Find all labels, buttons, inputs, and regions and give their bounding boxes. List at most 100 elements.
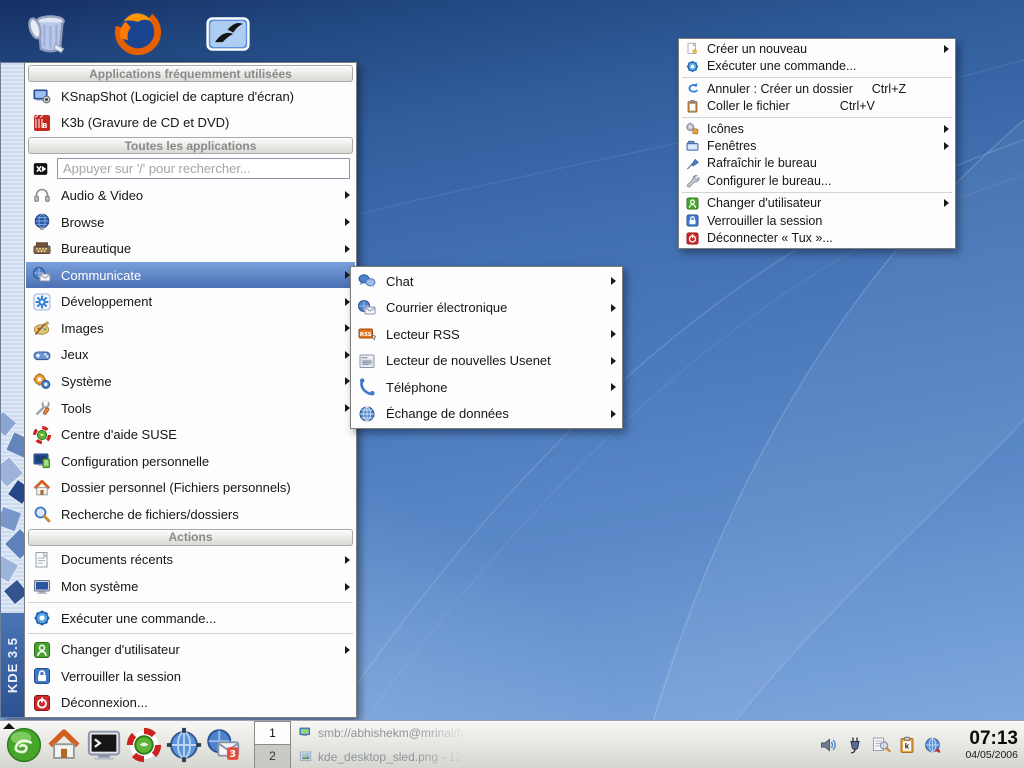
fenetres-icon <box>685 138 700 153</box>
firefox-desktop-icon[interactable] <box>112 6 164 58</box>
kmenu-sidebar-brand: KDE 3.5 <box>1 613 24 717</box>
audio-video-icon <box>32 185 52 205</box>
kmenu-item-recherche[interactable]: Recherche de fichiers/dossiers <box>26 501 355 528</box>
kmenu-item-label: Jeux <box>61 347 89 363</box>
aide-suse-icon <box>125 726 163 764</box>
submenu-item-label: Échange de données <box>386 406 509 422</box>
home-launcher[interactable] <box>44 723 84 767</box>
kmenu-item-tools[interactable]: Tools <box>26 395 355 422</box>
kmenu-item-changer-utilisateur[interactable]: Changer d'utilisateur <box>26 636 355 663</box>
submenu-arrow-icon <box>340 582 350 591</box>
tray-globe-icon <box>923 735 943 755</box>
tray-klipper[interactable]: k <box>896 734 918 756</box>
context-item-rafraichir[interactable]: Rafraîchir le bureau <box>680 155 954 172</box>
panel-hide-arrow[interactable] <box>3 723 15 729</box>
home-icon <box>45 726 83 764</box>
recherche-icon <box>32 504 52 524</box>
openoffice-icon <box>204 10 252 58</box>
pager-desktop-1[interactable]: 1 <box>254 720 291 745</box>
kmenu-launcher[interactable] <box>4 723 44 767</box>
kmenu-item-images[interactable]: Images <box>26 315 355 342</box>
kmenu-item-executer[interactable]: Exécuter une commande... <box>26 605 355 632</box>
kmenu-item-label: Tools <box>61 400 92 416</box>
kmenu-item-communicate[interactable]: Communicate <box>26 261 355 289</box>
konqueror-launcher[interactable] <box>164 723 204 767</box>
kmenu-item-jeux[interactable]: Jeux <box>26 342 355 369</box>
kmenu-search-input[interactable] <box>57 158 350 180</box>
verrouiller-icon <box>32 666 52 686</box>
developpement-icon <box>32 292 52 312</box>
submenu-item-courrier[interactable]: Courrier électronique <box>352 295 621 322</box>
panel-clock[interactable]: 07:13 04/05/2006 <box>952 727 1024 761</box>
pager-desktop-2[interactable]: 2 <box>254 745 291 768</box>
tray-volume[interactable] <box>818 734 840 756</box>
kmenu-item-bureautique[interactable]: Bureautique <box>26 235 355 262</box>
kmenu-item-k3b[interactable]: B K3b (Gravure de CD et DVD) <box>26 110 355 137</box>
suse-help-launcher[interactable] <box>124 723 164 767</box>
context-item-annuler[interactable]: Annuler : Créer un dossier Ctrl+Z <box>680 80 954 97</box>
rafraichir-icon <box>685 156 700 171</box>
kmenu-item-verrouiller[interactable]: Verrouiller la session <box>26 663 355 690</box>
submenu-arrow-icon <box>939 141 949 150</box>
context-item-executer[interactable]: Exécuter une commande... <box>680 57 954 74</box>
annuler-icon <box>685 81 700 96</box>
context-item-configurer[interactable]: Configurer le bureau... <box>680 172 954 189</box>
context-item-fenetres[interactable]: Fenêtres <box>680 137 954 154</box>
submenu-arrow-icon <box>340 324 350 333</box>
context-item-label: Changer d'utilisateur <box>707 196 822 211</box>
images-icon <box>32 318 52 338</box>
kmenu-item-ksnapshot[interactable]: KSnapShot (Logiciel de capture d'écran) <box>26 83 355 110</box>
rss-icon: RSS <box>357 324 377 344</box>
kmenu-item-label: Audio & Video <box>61 187 144 203</box>
kmenu-body: Applications fréquemment utilisées KSnapS… <box>24 62 357 718</box>
kmenu-item-mon-systeme[interactable]: Mon système <box>26 573 355 600</box>
kmenu-item-browse[interactable]: Browse <box>26 209 355 236</box>
home-icon <box>32 478 52 498</box>
context-item-changer-utilisateur[interactable]: Changer d'utilisateur <box>680 195 954 212</box>
submenu-item-label: Lecteur RSS <box>386 326 460 342</box>
openoffice-desktop-icon[interactable] <box>202 8 254 60</box>
search-clear-icon <box>32 160 50 178</box>
kmenu-item-home[interactable]: Dossier personnel (Fichiers personnels) <box>26 475 355 502</box>
kmenu-item-documents-recents[interactable]: Documents récents <box>26 547 355 574</box>
submenu-item-rss[interactable]: RSS Lecteur RSS <box>352 321 621 348</box>
tray-power-manager[interactable] <box>844 734 866 756</box>
kontact-launcher[interactable]: 3 <box>204 723 244 767</box>
submenu-item-telephone[interactable]: Téléphone <box>352 374 621 401</box>
communicate-icon <box>32 265 52 285</box>
context-item-creer-nouveau[interactable]: Créer un nouveau <box>680 40 954 57</box>
context-item-label: Déconnecter « Tux »... <box>707 231 833 246</box>
kmenu-item-label: Verrouiller la session <box>61 668 181 684</box>
taskbar-entry[interactable]: kde_desktop_sled.png - 126 <box>294 745 624 768</box>
trash-desktop-icon[interactable] <box>22 6 74 58</box>
tray-online-update[interactable] <box>922 734 944 756</box>
kmenu-item-audio-video[interactable]: Audio & Video <box>26 182 355 209</box>
kmenu-item-systeme[interactable]: Système <box>26 368 355 395</box>
context-item-verrouiller[interactable]: Verrouiller la session <box>680 212 954 229</box>
taskbar-entry-label: kde_desktop_sled.png - 126 <box>318 749 469 764</box>
konsole-launcher[interactable] <box>84 723 124 767</box>
context-item-coller[interactable]: Coller le fichier Ctrl+V <box>680 97 954 114</box>
submenu-arrow-icon <box>606 303 616 312</box>
taskbar: smb://abhishekm@mrinal/fre kde_desktop_sl… <box>294 721 624 768</box>
kmenu-item-deconnexion[interactable]: Déconnexion... <box>26 690 355 717</box>
submenu-item-usenet[interactable]: Lecteur de nouvelles Usenet <box>352 348 621 375</box>
submenu-arrow-icon <box>340 404 350 413</box>
tray-system-monitor[interactable] <box>870 734 892 756</box>
ksnapshot-icon <box>32 86 52 106</box>
context-item-deconnexion[interactable]: Déconnecter « Tux »... <box>680 230 954 247</box>
context-item-icones[interactable]: Icônes <box>680 120 954 137</box>
documents-recents-icon <box>32 550 52 570</box>
clock-date: 04/05/2006 <box>965 748 1018 761</box>
kmenu-item-aide-suse[interactable]: Centre d'aide SUSE <box>26 421 355 448</box>
kmenu-item-developpement[interactable]: Développement <box>26 288 355 315</box>
kmenu-item-label: Centre d'aide SUSE <box>61 427 177 443</box>
submenu-item-chat[interactable]: Chat <box>352 268 621 295</box>
taskbar-entry[interactable]: smb://abhishekm@mrinal/fre <box>294 721 624 745</box>
kmenu-item-label: KSnapShot (Logiciel de capture d'écran) <box>61 88 295 104</box>
kicker-panel: 3 12 smb://abhishekm@mrinal/fre kde_deskt… <box>0 720 1024 768</box>
context-item-label: Exécuter une commande... <box>707 59 857 74</box>
clock-time: 07:13 <box>969 727 1018 749</box>
submenu-item-echange[interactable]: Échange de données <box>352 401 621 428</box>
kmenu-item-config-perso[interactable]: Configuration personnelle <box>26 448 355 475</box>
